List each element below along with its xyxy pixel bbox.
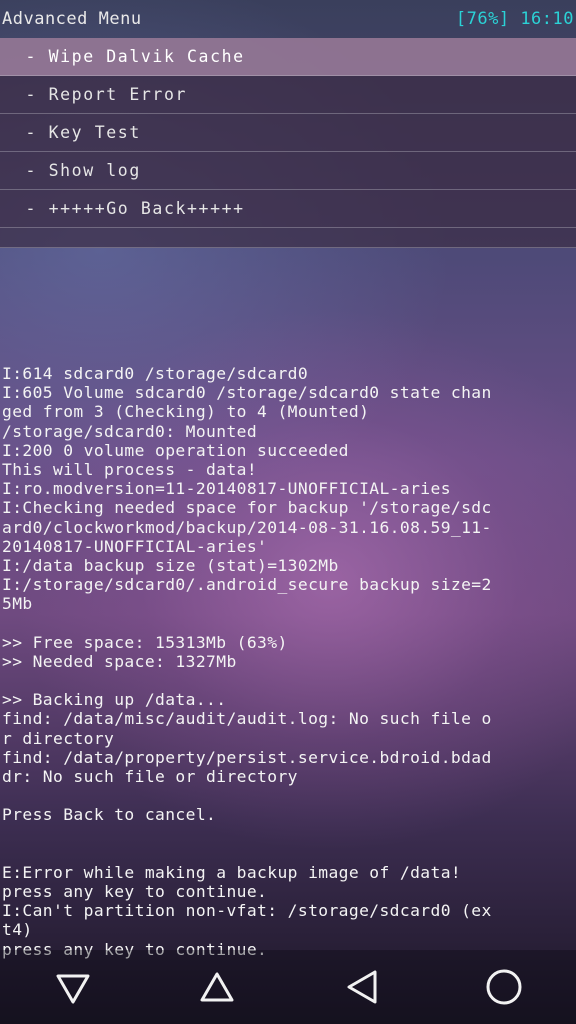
menu-item-key-test[interactable]: - Key Test — [0, 114, 576, 152]
advanced-menu: - Wipe Dalvik Cache - Report Error - Key… — [0, 38, 576, 248]
log-line: Press Back to cancel. — [2, 805, 217, 825]
recents-circle-icon[interactable] — [481, 964, 527, 1010]
log-line: >> Backing up /data... — [2, 690, 227, 710]
menu-title: Advanced Menu — [2, 9, 142, 29]
menu-divider — [0, 228, 576, 248]
log-line: I:/storage/sdcard0/.android_secure backu… — [2, 575, 492, 595]
log-line: I:Checking needed space for backup '/sto… — [2, 498, 492, 518]
log-line: t4) — [2, 920, 33, 940]
log-line: E:Error while making a backup image of /… — [2, 862, 462, 882]
log-line: find: /data/misc/audit/audit.log: No suc… — [2, 709, 492, 729]
log-line: This will process - data! — [2, 459, 258, 479]
log-line: I:Can't partition non-vfat: /storage/sdc… — [2, 901, 492, 921]
clock: 16:10 — [520, 9, 574, 29]
navigation-bar — [0, 950, 576, 1024]
log-line: ard0/clockworkmod/backup/2014-08-31.16.0… — [2, 517, 492, 537]
log-line: r directory — [2, 728, 115, 748]
log-line: find: /data/property/persist.service.bdr… — [2, 747, 492, 767]
log-line: >> Needed space: 1327Mb — [2, 651, 237, 671]
log-line: I:614 sdcard0 /storage/sdcard0 — [2, 364, 309, 383]
home-triangle-icon[interactable] — [194, 964, 240, 1010]
log-line: 20140817-UNOFFICIAL-aries' — [2, 536, 268, 556]
menu-item-show-log[interactable]: - Show log — [0, 152, 576, 190]
log-line: I:ro.modversion=11-20140817-UNOFFICIAL-a… — [2, 479, 451, 499]
status-bar: Advanced Menu [76%] 16:10 — [0, 0, 576, 38]
log-line: >> Free space: 15313Mb (63%) — [2, 632, 288, 652]
menu-item-go-back[interactable]: - +++++Go Back+++++ — [0, 190, 576, 228]
status-indicators: [76%] 16:10 — [456, 0, 574, 38]
log-line: /storage/sdcard0: Mounted — [2, 421, 258, 441]
log-line: press any key to continue. — [2, 882, 268, 902]
log-line: 5Mb — [2, 594, 33, 614]
log-line: I:200 0 volume operation succeeded — [2, 440, 349, 460]
log-line: ged from 3 (Checking) to 4 (Mounted) — [2, 402, 370, 422]
back-icon[interactable] — [339, 964, 385, 1010]
log-line: dr: No such file or directory — [2, 766, 298, 786]
menu-item-wipe-dalvik-cache[interactable]: - Wipe Dalvik Cache — [0, 38, 576, 76]
recovery-log-output: I:614 sdcard0 /storage/sdcard0 I:605 Volu… — [2, 364, 576, 959]
hide-keyboard-icon[interactable] — [50, 964, 96, 1010]
menu-item-report-error[interactable]: - Report Error — [0, 76, 576, 114]
log-line: I:/data backup size (stat)=1302Mb — [2, 555, 339, 575]
log-line: I:605 Volume sdcard0 /storage/sdcard0 st… — [2, 383, 492, 403]
battery-level: [76%] — [455, 9, 510, 29]
